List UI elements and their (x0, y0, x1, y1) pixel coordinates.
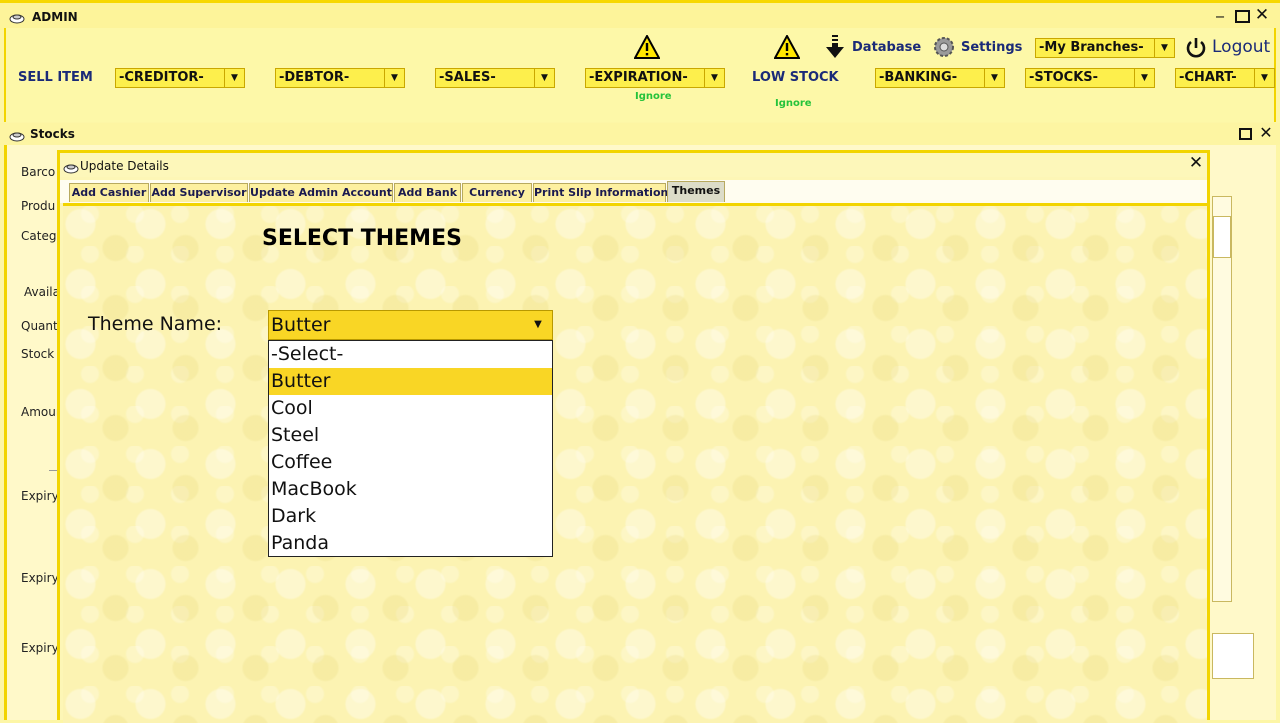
stocks-text-box[interactable] (1212, 633, 1254, 679)
tab-add-cashier[interactable]: Add Cashier (69, 183, 149, 202)
page-title: SELECT THEMES (262, 226, 462, 251)
dialog-title: Update Details (80, 159, 169, 173)
chevron-down-icon: ▼ (1134, 69, 1154, 87)
admin-titlebar: ADMIN ‒ ✕ (0, 0, 1280, 30)
debtor-dropdown[interactable]: -DEBTOR- ▼ (275, 68, 405, 88)
expiry-label: Expiry (21, 489, 59, 503)
dialog-icon (63, 159, 79, 178)
chevron-down-icon: ▼ (704, 69, 724, 87)
theme-option[interactable]: Butter (269, 368, 552, 395)
expiry-label: Expiry (21, 641, 59, 655)
chevron-down-icon: ▼ (534, 69, 554, 87)
branches-dropdown[interactable]: -My Branches- ▼ (1035, 38, 1175, 58)
chevron-down-icon: ▼ (984, 69, 1004, 87)
theme-option[interactable]: -Select- (269, 341, 552, 368)
tab-themes[interactable]: Themes (667, 181, 725, 202)
banking-dropdown[interactable]: -BANKING- ▼ (875, 68, 1005, 88)
tab-bar: Add Cashier Add Supervisor Update Admin … (60, 180, 1207, 203)
minimize-icon[interactable]: ‒ (1212, 8, 1228, 24)
tab-add-bank[interactable]: Add Bank (394, 183, 461, 202)
close-icon[interactable]: ✕ (1258, 125, 1274, 141)
theme-option[interactable]: Coffee (269, 449, 552, 476)
barcode-label: Barco (21, 165, 56, 179)
product-label: Produ (21, 199, 56, 213)
warning-icon (633, 33, 661, 63)
theme-option[interactable]: MacBook (269, 476, 552, 503)
logout-button[interactable]: Logout (1185, 36, 1275, 60)
theme-name-select[interactable]: Butter ▼ (268, 310, 553, 340)
power-icon (1185, 37, 1207, 63)
theme-dropdown-list: -Select- Butter Cool Steel Coffee MacBoo… (268, 340, 553, 557)
expiration-ignore-link[interactable]: Ignore (635, 91, 672, 102)
stocks-title: Stocks (30, 127, 75, 141)
warning-icon (773, 33, 801, 63)
theme-option[interactable]: Steel (269, 422, 552, 449)
stocks-titlebar: Stocks ✕ (0, 123, 1280, 145)
database-button[interactable]: Database (824, 34, 921, 60)
gear-icon (932, 35, 956, 63)
available-label: Availa (24, 285, 60, 299)
quantity-label: Quant (21, 319, 58, 333)
close-icon[interactable]: ✕ (1254, 7, 1270, 24)
chevron-down-icon: ▼ (1254, 69, 1274, 87)
category-label: Categ (21, 229, 57, 243)
stocks-divider (49, 470, 57, 471)
theme-selected-value: Butter (271, 314, 331, 336)
chevron-down-icon: ▼ (224, 69, 244, 87)
amount-label: Amour (21, 405, 61, 419)
theme-option[interactable]: Cool (269, 395, 552, 422)
tab-currency[interactable]: Currency (462, 183, 532, 202)
stocks-dropdown[interactable]: -STOCKS- ▼ (1025, 68, 1155, 88)
tab-print-slip-information[interactable]: Print Slip Information (533, 183, 668, 202)
app-icon (9, 9, 25, 28)
settings-button[interactable]: Settings (932, 34, 1024, 60)
close-icon[interactable]: ✕ (1188, 155, 1204, 172)
theme-name-label: Theme Name: (88, 313, 223, 335)
maximize-icon[interactable] (1235, 10, 1250, 23)
dialog-titlebar: Update Details ✕ (60, 153, 1207, 177)
chevron-down-icon: ▼ (384, 69, 404, 87)
creditor-dropdown[interactable]: -CREDITOR- ▼ (115, 68, 245, 88)
chevron-down-icon: ▼ (534, 319, 542, 330)
theme-option[interactable]: Dark (269, 503, 552, 530)
expiry-label: Expiry (21, 571, 59, 585)
stock-label: Stock (21, 347, 55, 361)
stocks-window-icon (9, 127, 25, 146)
download-icon (824, 34, 846, 64)
maximize-icon[interactable] (1239, 128, 1252, 140)
low-stock-link[interactable]: LOW STOCK (752, 70, 839, 85)
chart-dropdown[interactable]: -CHART- ▼ (1175, 68, 1275, 88)
stocks-scrollbar[interactable] (1213, 216, 1231, 258)
expiration-dropdown[interactable]: -EXPIRATION- ▼ (585, 68, 725, 88)
sell-item-link[interactable]: SELL ITEM (18, 70, 93, 85)
chevron-down-icon: ▼ (1154, 39, 1174, 57)
tab-add-supervisor[interactable]: Add Supervisor (150, 183, 248, 202)
low-stock-ignore-link[interactable]: Ignore (775, 98, 812, 109)
theme-option[interactable]: Panda (269, 530, 552, 557)
update-details-dialog: Update Details ✕ Add Cashier Add Supervi… (57, 150, 1210, 723)
themes-panel: SELECT THEMES Theme Name: Butter ▼ -Sele… (63, 203, 1207, 723)
sales-dropdown[interactable]: -SALES- ▼ (435, 68, 555, 88)
admin-title: ADMIN (32, 10, 78, 24)
tab-update-admin-account[interactable]: Update Admin Account (249, 183, 393, 202)
